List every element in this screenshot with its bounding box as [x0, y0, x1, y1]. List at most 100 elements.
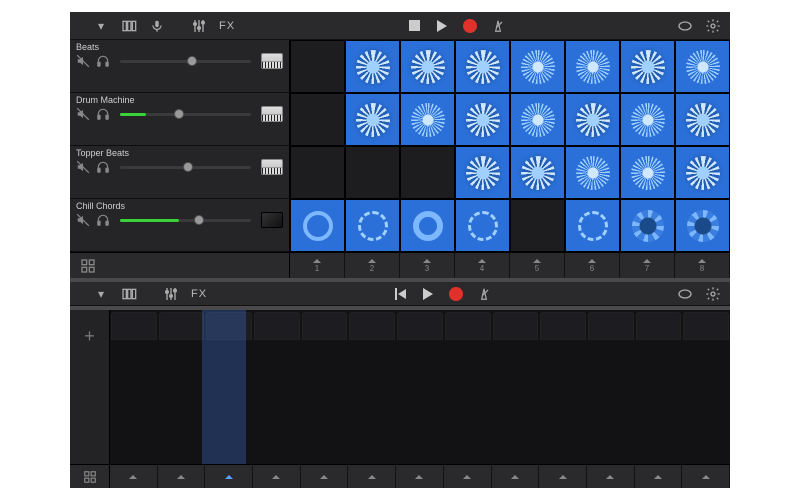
- tracks-toggle-icon[interactable]: [120, 17, 138, 35]
- loop-cell[interactable]: [290, 146, 345, 199]
- mute-icon[interactable]: [76, 160, 90, 174]
- loop-cell[interactable]: [675, 40, 730, 93]
- mute-icon[interactable]: [76, 213, 90, 227]
- loop-cell[interactable]: [620, 40, 675, 93]
- region-slot[interactable]: [445, 312, 491, 340]
- column-trigger[interactable]: 8: [675, 253, 730, 278]
- loop-cell[interactable]: [345, 146, 400, 199]
- loop-cell[interactable]: [510, 146, 565, 199]
- column-trigger[interactable]: 3: [400, 253, 455, 278]
- loop-cell[interactable]: [620, 146, 675, 199]
- track-header[interactable]: Topper Beats: [70, 146, 289, 199]
- loop-cell[interactable]: [345, 199, 400, 252]
- loop-cell[interactable]: [675, 93, 730, 146]
- fx-button[interactable]: FX: [218, 17, 236, 35]
- loop-browser-button[interactable]: [676, 17, 694, 35]
- loop-cell[interactable]: [400, 199, 455, 252]
- section-trigger[interactable]: [158, 465, 206, 488]
- playhead-region[interactable]: [202, 310, 246, 464]
- view-mode-dropdown[interactable]: ▾: [92, 17, 110, 35]
- section-trigger[interactable]: [444, 465, 492, 488]
- record-button-lower[interactable]: [447, 285, 465, 303]
- section-trigger[interactable]: [396, 465, 444, 488]
- headphones-icon[interactable]: [96, 160, 110, 174]
- metronome-button[interactable]: [489, 17, 507, 35]
- loop-cell[interactable]: [620, 199, 675, 252]
- stop-button[interactable]: [405, 17, 423, 35]
- loop-cell[interactable]: [565, 199, 620, 252]
- section-trigger[interactable]: [205, 465, 253, 488]
- loop-cell[interactable]: [455, 146, 510, 199]
- section-trigger[interactable]: [492, 465, 540, 488]
- loop-cell[interactable]: [565, 146, 620, 199]
- region-slot[interactable]: [349, 312, 395, 340]
- loop-cell[interactable]: [345, 93, 400, 146]
- region-slot[interactable]: [588, 312, 634, 340]
- view-mode-dropdown-lower[interactable]: ▾: [92, 285, 110, 303]
- loop-cell[interactable]: [290, 40, 345, 93]
- fx-button-lower[interactable]: FX: [190, 285, 208, 303]
- region-slot[interactable]: [159, 312, 205, 340]
- loop-cell[interactable]: [675, 146, 730, 199]
- section-trigger[interactable]: [635, 465, 683, 488]
- section-trigger[interactable]: [587, 465, 635, 488]
- column-trigger[interactable]: 4: [455, 253, 510, 278]
- loop-cell[interactable]: [290, 199, 345, 252]
- loop-cell[interactable]: [510, 199, 565, 252]
- loop-cell[interactable]: [510, 40, 565, 93]
- section-trigger[interactable]: [682, 465, 730, 488]
- tracks-toggle-icon-lower[interactable]: [120, 285, 138, 303]
- column-trigger[interactable]: 5: [510, 253, 565, 278]
- region-slot[interactable]: [302, 312, 348, 340]
- volume-slider[interactable]: [120, 60, 251, 63]
- section-trigger[interactable]: [301, 465, 349, 488]
- column-trigger[interactable]: 7: [620, 253, 675, 278]
- instrument-icon[interactable]: [261, 53, 283, 69]
- loop-cell[interactable]: [400, 40, 455, 93]
- mute-icon[interactable]: [76, 107, 90, 121]
- volume-slider[interactable]: [120, 113, 251, 116]
- fx-grid-button-lower[interactable]: [70, 465, 110, 488]
- loop-cell[interactable]: [345, 40, 400, 93]
- mute-icon[interactable]: [76, 54, 90, 68]
- section-trigger[interactable]: [253, 465, 301, 488]
- region-slot[interactable]: [683, 312, 729, 340]
- mixer-icon-lower[interactable]: [162, 285, 180, 303]
- record-button[interactable]: [461, 17, 479, 35]
- headphones-icon[interactable]: [96, 107, 110, 121]
- loop-cell[interactable]: [565, 40, 620, 93]
- play-button-lower[interactable]: [419, 285, 437, 303]
- instrument-icon[interactable]: [261, 159, 283, 175]
- column-trigger[interactable]: 6: [565, 253, 620, 278]
- track-header[interactable]: Beats: [70, 40, 289, 93]
- mic-icon[interactable]: [148, 17, 166, 35]
- region-slot[interactable]: [540, 312, 586, 340]
- settings-button-lower[interactable]: [704, 285, 722, 303]
- section-trigger[interactable]: [348, 465, 396, 488]
- volume-slider[interactable]: [120, 219, 251, 222]
- section-trigger[interactable]: [110, 465, 158, 488]
- loop-cell[interactable]: [620, 93, 675, 146]
- loop-cell[interactable]: [455, 93, 510, 146]
- section-trigger[interactable]: [539, 465, 587, 488]
- loop-cell[interactable]: [400, 146, 455, 199]
- region-slot[interactable]: [636, 312, 682, 340]
- settings-button[interactable]: [704, 17, 722, 35]
- loop-cell[interactable]: [565, 93, 620, 146]
- track-header[interactable]: Chill Chords: [70, 199, 289, 252]
- headphones-icon[interactable]: [96, 54, 110, 68]
- region-slot[interactable]: [254, 312, 300, 340]
- loop-cell[interactable]: [455, 199, 510, 252]
- region-slot[interactable]: [493, 312, 539, 340]
- volume-slider[interactable]: [120, 166, 251, 169]
- column-trigger[interactable]: 2: [345, 253, 400, 278]
- headphones-icon[interactable]: [96, 213, 110, 227]
- fx-grid-button[interactable]: [70, 252, 290, 278]
- instrument-icon[interactable]: [261, 212, 283, 228]
- loop-cell[interactable]: [510, 93, 565, 146]
- arrangement-lanes[interactable]: [110, 310, 730, 464]
- column-trigger[interactable]: 1: [290, 253, 345, 278]
- region-slot[interactable]: [111, 312, 157, 340]
- go-to-start-button[interactable]: [391, 285, 409, 303]
- metronome-button-lower[interactable]: [475, 285, 493, 303]
